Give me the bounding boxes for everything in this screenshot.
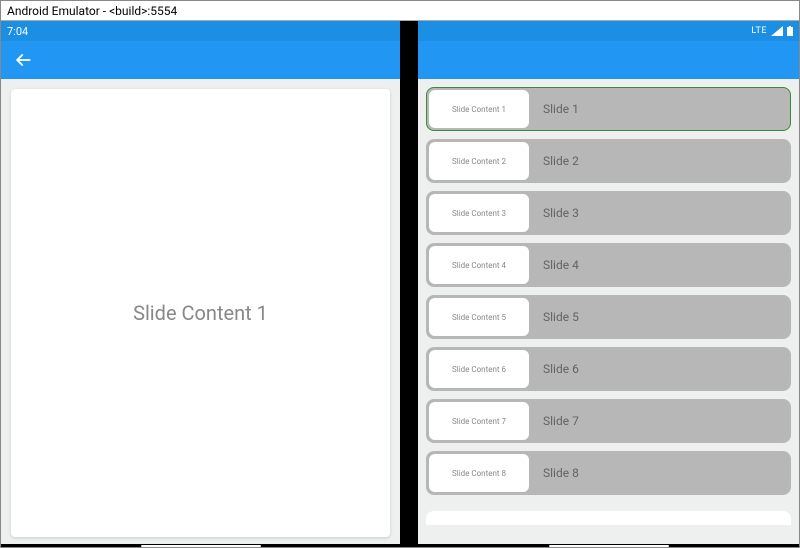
network-label: LTE — [751, 26, 767, 36]
right-pane: LTE Slide Content 1Slide 1Slide Content … — [418, 21, 799, 547]
slide-thumbnail: Slide Content 1 — [429, 90, 529, 128]
status-bar: 7:04 — [1, 21, 400, 41]
slide-thumbnail: Slide Content 3 — [429, 194, 529, 232]
window-titlebar[interactable]: Android Emulator - <build>:5554 — [1, 1, 799, 21]
device-frame: 7:04 Slide Content 1 — [1, 21, 799, 547]
home-indicator-icon[interactable] — [549, 545, 669, 547]
nav-bar-left — [1, 544, 400, 547]
back-button[interactable] — [11, 48, 35, 72]
nav-bar-right — [418, 544, 799, 547]
signal-icon — [771, 26, 783, 36]
status-icons: LTE — [751, 26, 793, 36]
slide-list: Slide Content 1Slide 1Slide Content 2Sli… — [426, 87, 791, 525]
main-slide-area: Slide Content 1 — [1, 79, 400, 547]
status-time: 7:04 — [7, 25, 28, 38]
main-slide-card[interactable]: Slide Content 1 — [11, 89, 390, 537]
app-bar-left — [1, 41, 400, 79]
slide-row[interactable]: Slide Content 1Slide 1 — [426, 87, 791, 131]
slide-label: Slide 3 — [529, 192, 790, 234]
window-title: Android Emulator - <build>:5554 — [7, 4, 177, 18]
status-bar-right: LTE — [418, 21, 799, 41]
left-pane: 7:04 Slide Content 1 — [1, 21, 400, 547]
slide-label: Slide 7 — [529, 400, 790, 442]
slide-label: Slide 2 — [529, 140, 790, 182]
battery-icon — [787, 26, 793, 36]
slide-thumbnail: Slide Content 5 — [429, 298, 529, 336]
back-arrow-icon — [13, 50, 33, 70]
slide-row[interactable]: Slide Content 6Slide 6 — [426, 347, 791, 391]
pane-divider — [400, 21, 418, 547]
slide-row[interactable]: Slide Content 2Slide 2 — [426, 139, 791, 183]
slide-label: Slide 1 — [529, 88, 790, 130]
slide-row[interactable]: Slide Content 5Slide 5 — [426, 295, 791, 339]
home-indicator-icon[interactable] — [141, 545, 261, 547]
slide-list-area[interactable]: Slide Content 1Slide 1Slide Content 2Sli… — [418, 79, 799, 547]
emulator-window: Android Emulator - <build>:5554 7:04 Sli… — [0, 0, 800, 548]
slide-thumbnail: Slide Content 4 — [429, 246, 529, 284]
slide-row-partial[interactable] — [426, 511, 791, 525]
slide-label: Slide 4 — [529, 244, 790, 286]
slide-label: Slide 8 — [529, 452, 790, 494]
app-bar-right — [418, 41, 799, 79]
slide-row[interactable]: Slide Content 8Slide 8 — [426, 451, 791, 495]
device-screen: 7:04 Slide Content 1 — [1, 21, 799, 547]
slide-row[interactable]: Slide Content 3Slide 3 — [426, 191, 791, 235]
slide-thumbnail: Slide Content 8 — [429, 454, 529, 492]
slide-label: Slide 5 — [529, 296, 790, 338]
main-slide-content: Slide Content 1 — [133, 301, 268, 325]
slide-row[interactable]: Slide Content 7Slide 7 — [426, 399, 791, 443]
slide-thumbnail: Slide Content 6 — [429, 350, 529, 388]
slide-row[interactable]: Slide Content 4Slide 4 — [426, 243, 791, 287]
slide-thumbnail: Slide Content 2 — [429, 142, 529, 180]
slide-thumbnail: Slide Content 7 — [429, 402, 529, 440]
slide-label: Slide 6 — [529, 348, 790, 390]
